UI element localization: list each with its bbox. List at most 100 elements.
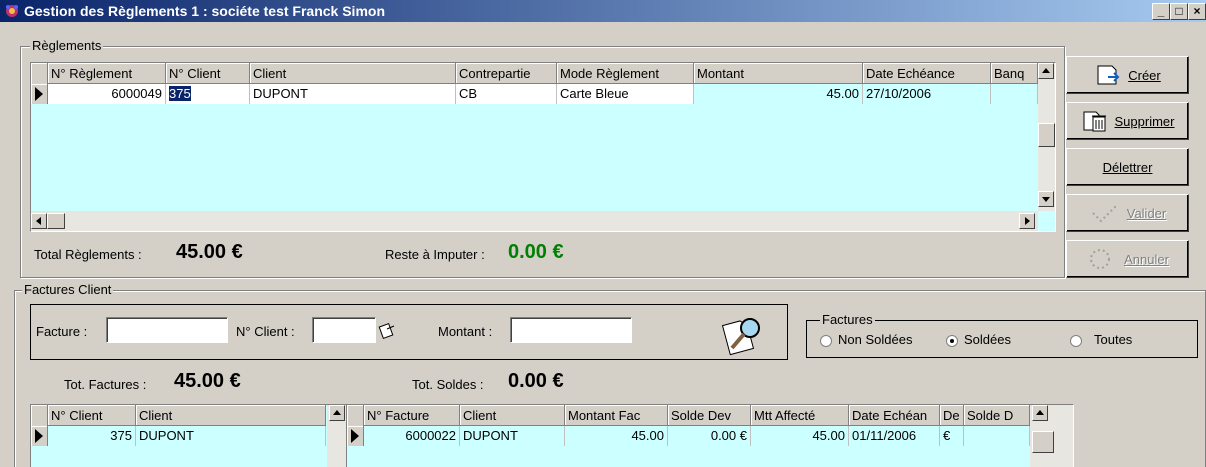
scroll-up-button[interactable]	[1032, 405, 1048, 421]
cell-montant[interactable]: 45.00	[694, 84, 863, 104]
app-flower-icon	[6, 5, 18, 17]
col-header-mtt-affecte[interactable]: Mtt Affecté	[751, 405, 849, 426]
cell-devise[interactable]: €	[940, 426, 964, 446]
facture-label: Facture :	[36, 324, 88, 339]
creer-button[interactable]: Créer	[1066, 56, 1189, 94]
tot-soldes-value: 0.00 €	[508, 370, 564, 392]
check-icon	[1092, 204, 1118, 223]
supprimer-button[interactable]: Supprimer	[1066, 102, 1189, 140]
radio-non-soldees[interactable]	[820, 335, 832, 347]
valider-button[interactable]: Valider	[1066, 194, 1189, 232]
cell-mode[interactable]: Carte Bleue	[557, 84, 694, 104]
grid-corner	[31, 405, 48, 426]
scroll-down-button[interactable]	[1038, 191, 1054, 207]
cell-num-client[interactable]: 375	[166, 84, 250, 104]
col-header-num-reglement[interactable]: N° Règlement	[48, 63, 166, 84]
cell-date[interactable]: 27/10/2006	[863, 84, 991, 104]
creer-label: Créer	[1128, 67, 1161, 83]
col-header-num-client[interactable]: N° Client	[166, 63, 250, 84]
factures-client-legend: Factures Client	[22, 282, 114, 297]
col-header-devise[interactable]: De	[940, 405, 964, 426]
hscroll-thumb[interactable]	[47, 213, 65, 229]
radio-non-soldees-label[interactable]: Non Soldées	[838, 332, 912, 347]
col-header-date[interactable]: Date Echéance	[863, 63, 991, 84]
col-header-contrepartie[interactable]: Contrepartie	[456, 63, 557, 84]
cell-date-echeance[interactable]: 01/11/2006	[849, 426, 940, 446]
maximize-button[interactable]: □	[1170, 3, 1188, 20]
cell-num-reglement[interactable]: 6000049	[48, 84, 166, 104]
valider-label: Valider	[1126, 205, 1167, 221]
cell-contrepartie[interactable]: CB	[456, 84, 557, 104]
col-header-banque[interactable]: Banq	[991, 63, 1038, 84]
scroll-thumb[interactable]	[1032, 431, 1054, 453]
col-header-solde-dev[interactable]: Solde Dev	[668, 405, 751, 426]
reglements-legend: Règlements	[30, 38, 104, 53]
arrow-down-icon	[1042, 197, 1050, 202]
factures-grid[interactable]: N° Facture Client Montant Fac Solde Dev …	[346, 404, 1074, 467]
row-indicator	[347, 426, 364, 446]
new-document-icon	[1097, 65, 1120, 85]
facture-input[interactable]	[106, 317, 228, 343]
radio-soldees[interactable]	[946, 335, 958, 347]
total-reglements-value: 45.00 €	[176, 241, 243, 263]
montant-input[interactable]	[510, 317, 632, 343]
cell-solde-dev[interactable]: 0.00 €	[668, 426, 751, 446]
col-header-client[interactable]: Client	[136, 405, 326, 426]
annuler-button[interactable]: Annuler	[1066, 240, 1189, 278]
reglements-grid[interactable]: N° Règlement N° Client Client Contrepart…	[30, 62, 1056, 232]
supprimer-label: Supprimer	[1114, 113, 1175, 129]
client-number-label: N° Client :	[236, 324, 295, 339]
vertical-scrollbar[interactable]	[1030, 405, 1073, 467]
col-header-num-facture[interactable]: N° Facture	[364, 405, 460, 426]
client-number-input[interactable]	[312, 317, 376, 343]
cell-solde-d[interactable]	[964, 426, 1030, 446]
close-button[interactable]: ×	[1188, 3, 1206, 20]
col-header-client[interactable]: Client	[460, 405, 565, 426]
cell-client[interactable]: DUPONT	[136, 426, 326, 446]
radio-toutes-label[interactable]: Toutes	[1094, 332, 1132, 347]
radio-toutes[interactable]	[1070, 335, 1082, 347]
cell-num-client-selected-text: 375	[169, 86, 191, 101]
tot-factures-label: Tot. Factures :	[64, 377, 147, 392]
window-title: Gestion des Règlements 1 : sociéte test …	[24, 3, 385, 19]
total-reglements-label: Total Règlements :	[34, 247, 142, 262]
scroll-left-button[interactable]	[31, 213, 47, 229]
lookup-client-icon[interactable]	[378, 320, 398, 340]
col-header-montant-fac[interactable]: Montant Fac	[565, 405, 668, 426]
col-header-num-client[interactable]: N° Client	[48, 405, 136, 426]
clients-grid[interactable]: N° Client Client 375 DUPONT	[30, 404, 348, 467]
cell-mtt-affecte[interactable]: 45.00	[751, 426, 849, 446]
search-magnifier-icon[interactable]	[720, 312, 768, 356]
row-indicator	[31, 84, 48, 104]
vertical-scrollbar[interactable]	[1038, 63, 1055, 211]
arrow-up-icon	[333, 410, 341, 415]
vertical-scrollbar[interactable]	[327, 405, 347, 467]
tot-soldes-label: Tot. Soldes :	[412, 377, 484, 392]
delettrer-button[interactable]: Délettrer	[1066, 148, 1189, 186]
cell-montant-fac[interactable]: 45.00	[565, 426, 668, 446]
minimize-button[interactable]: _	[1152, 3, 1170, 20]
col-header-solde-d[interactable]: Solde D	[964, 405, 1030, 426]
title-bar[interactable]: Gestion des Règlements 1 : sociéte test …	[0, 0, 1206, 22]
scroll-up-button[interactable]	[329, 405, 345, 421]
col-header-montant[interactable]: Montant	[694, 63, 863, 84]
scroll-thumb[interactable]	[1038, 123, 1055, 147]
radio-soldees-label[interactable]: Soldées	[964, 332, 1011, 347]
cell-num-facture[interactable]: 6000022	[364, 426, 460, 446]
cell-num-client[interactable]: 375	[48, 426, 136, 446]
trash-icon	[1083, 111, 1106, 132]
col-header-date-echeance[interactable]: Date Echéan	[849, 405, 940, 426]
cell-client[interactable]: DUPONT	[460, 426, 565, 446]
col-header-mode[interactable]: Mode Règlement	[557, 63, 694, 84]
arrow-up-icon	[1042, 68, 1050, 73]
horizontal-scrollbar[interactable]	[31, 211, 1038, 231]
scroll-up-button[interactable]	[1038, 63, 1054, 79]
current-row-arrow-icon	[351, 429, 359, 443]
scroll-right-button[interactable]	[1019, 213, 1035, 229]
factures-filter-legend: Factures	[820, 312, 875, 327]
cell-client[interactable]: DUPONT	[250, 84, 456, 104]
cell-banque[interactable]	[991, 84, 1038, 104]
col-header-client[interactable]: Client	[250, 63, 456, 84]
cancel-icon	[1090, 249, 1111, 269]
row-indicator	[31, 426, 48, 446]
